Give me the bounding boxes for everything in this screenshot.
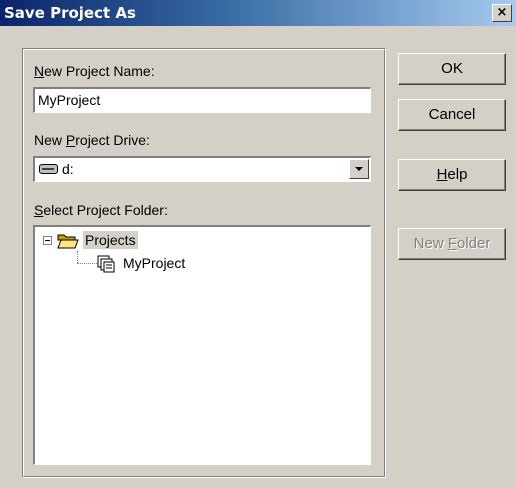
tree-item-label: MyProject: [123, 255, 186, 271]
help-button[interactable]: Help: [398, 159, 506, 191]
project-folder-tree[interactable]: Projects MyProject: [33, 225, 371, 465]
new-folder-button[interactable]: New Folder: [398, 228, 506, 260]
project-name-input[interactable]: MyProject: [33, 87, 371, 113]
project-name-label: New Project Name:: [34, 63, 155, 79]
chevron-down-icon[interactable]: [349, 159, 369, 179]
tree-item-label: Projects: [83, 231, 138, 249]
title-bar[interactable]: Save Project As ×: [0, 0, 516, 26]
drive-icon: [39, 164, 58, 174]
close-button[interactable]: ×: [492, 4, 512, 22]
tree-item-projects[interactable]: Projects: [57, 231, 177, 251]
collapse-icon[interactable]: [43, 236, 52, 245]
drive-value: d:: [62, 161, 74, 177]
project-folder-label: Select Project Folder:: [34, 202, 168, 218]
ok-button[interactable]: OK: [398, 53, 506, 85]
cancel-button[interactable]: Cancel: [398, 99, 506, 131]
close-icon: ×: [496, 5, 508, 20]
project-drive-label: New Project Drive:: [34, 132, 150, 148]
tree-connector: [77, 251, 78, 263]
tree-item-myproject[interactable]: MyProject: [97, 254, 237, 274]
window-title: Save Project As: [4, 4, 136, 22]
save-project-dialog: Save Project As × New Project Name: MyPr…: [0, 0, 516, 488]
project-icon: [97, 255, 115, 273]
open-folder-icon: [57, 234, 79, 249]
tree-connector: [77, 263, 97, 264]
project-drive-select[interactable]: d:: [33, 156, 371, 182]
